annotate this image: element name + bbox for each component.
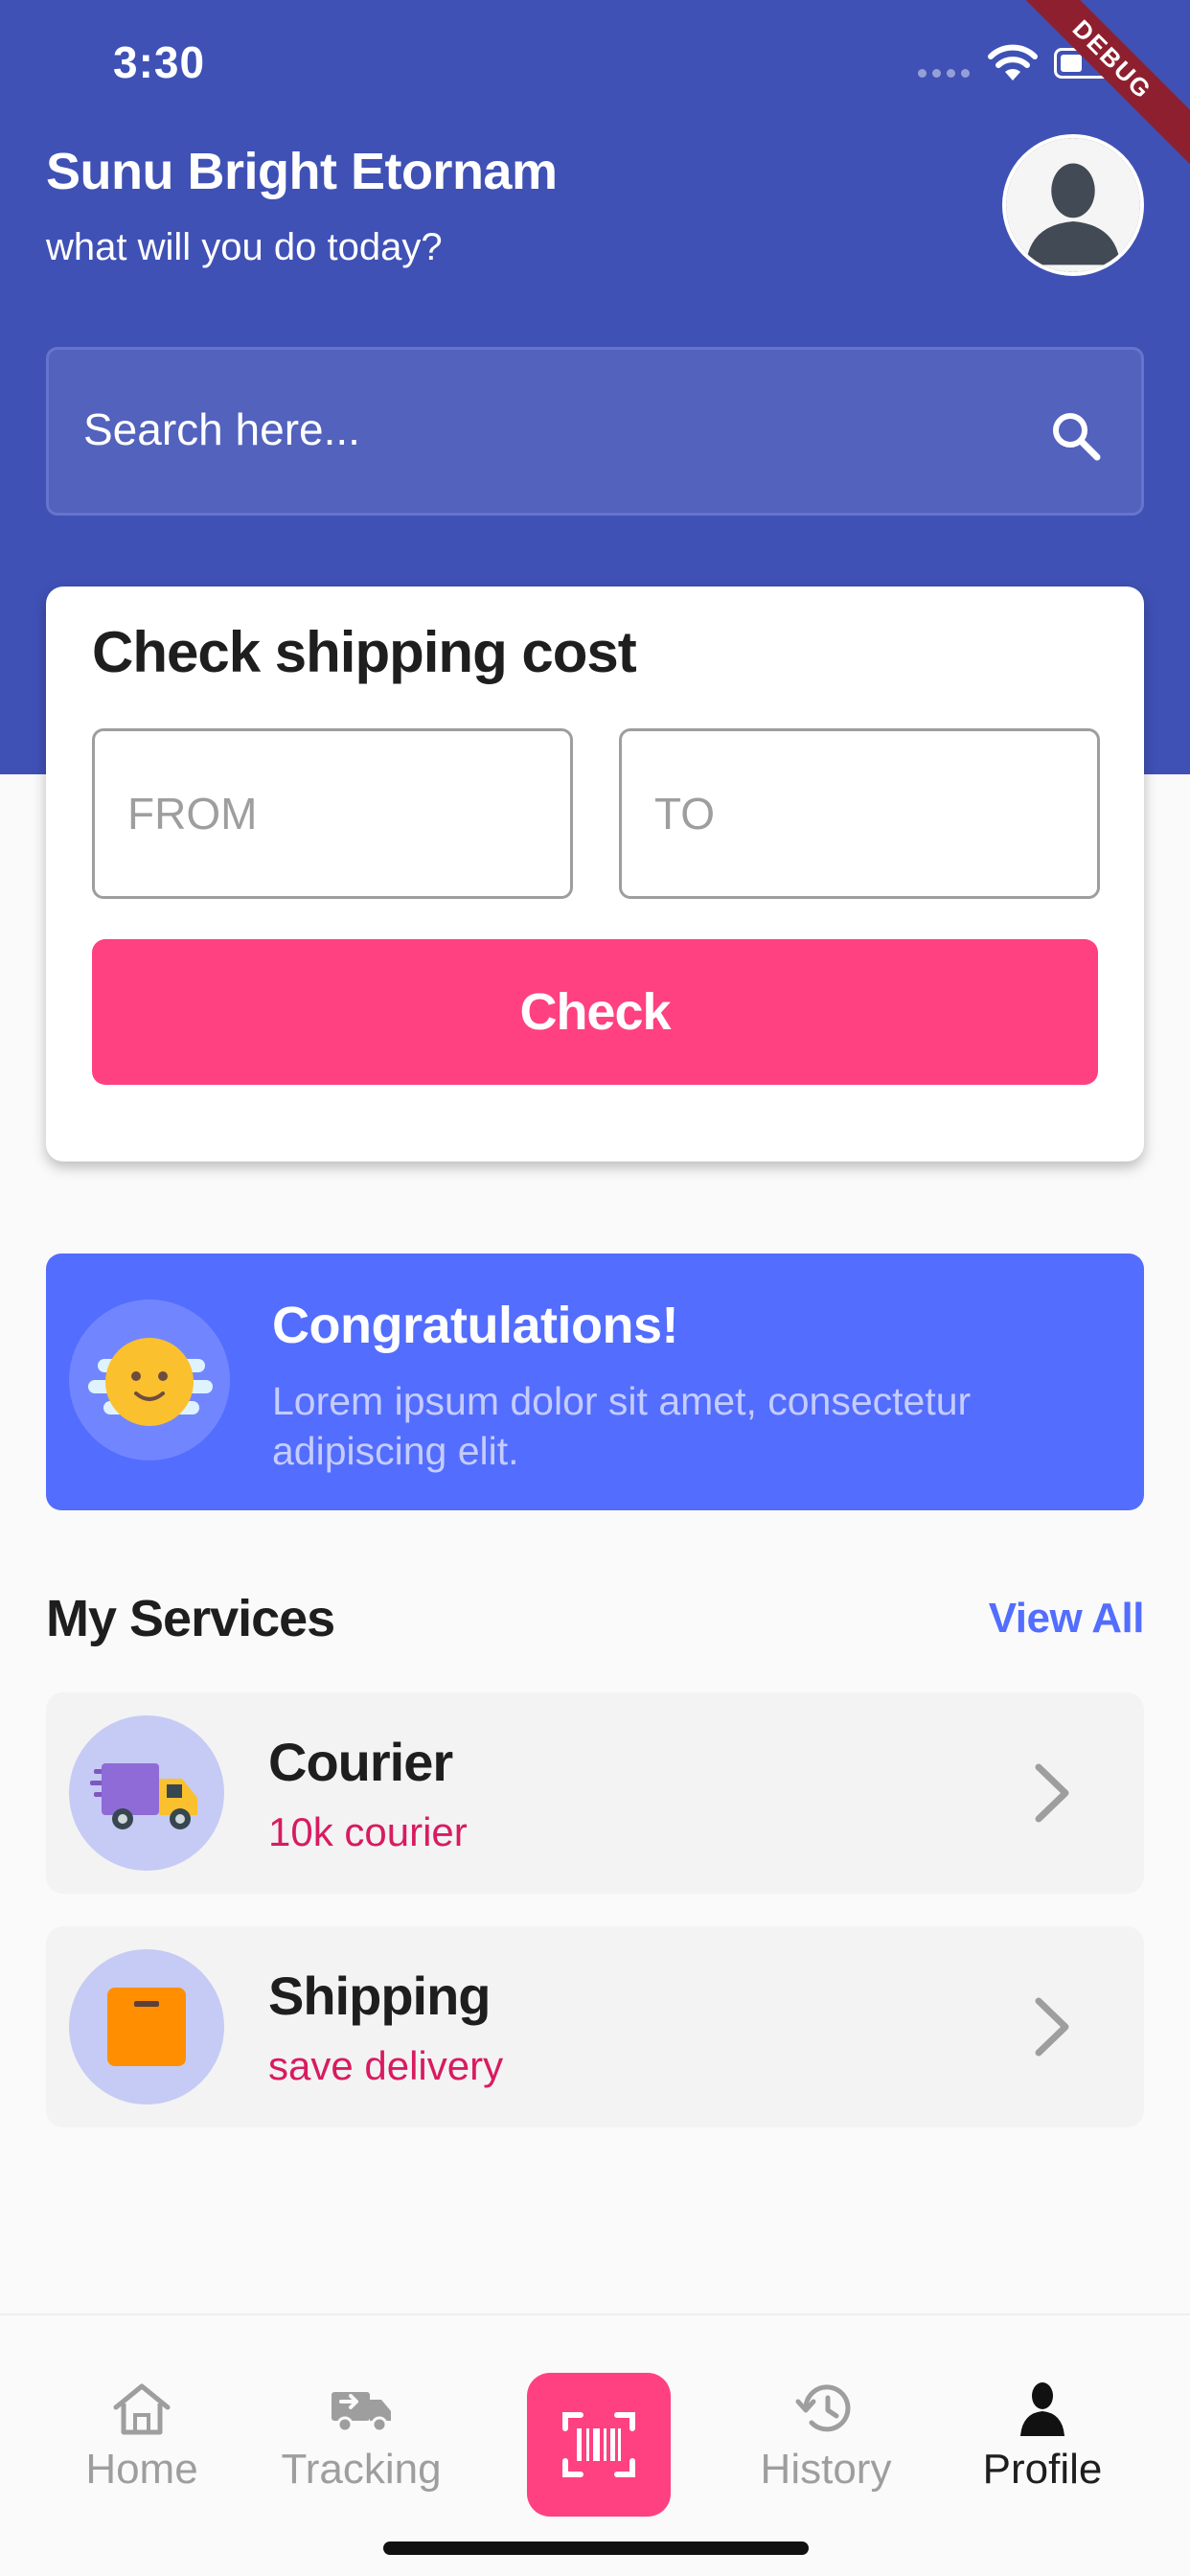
shipping-card-title: Check shipping cost	[92, 620, 637, 684]
service-icon-bg	[69, 1949, 224, 2104]
shipping-cost-card: Check shipping cost Check	[46, 586, 1144, 1162]
congrats-title: Congratulations!	[272, 1297, 678, 1354]
delivery-truck-icon	[90, 1763, 197, 1829]
service-subtitle: save delivery	[268, 2043, 504, 2088]
barcode-scan-icon	[562, 2412, 635, 2477]
avatar[interactable]	[1002, 134, 1144, 276]
service-item-shipping[interactable]: Shipping save delivery	[46, 1926, 1144, 2128]
service-icon-bg	[69, 1715, 224, 1871]
nav-item-profile[interactable]: Profile	[947, 2379, 1138, 2494]
congrats-text: Lorem ipsum dolor sit amet, consectetur …	[272, 1379, 972, 1473]
services-title: My Services	[46, 1590, 335, 1647]
from-field[interactable]	[92, 728, 573, 899]
to-field[interactable]	[619, 728, 1100, 899]
search-bar[interactable]	[46, 347, 1144, 516]
greeting-text: what will you do today?	[46, 226, 443, 268]
person-icon	[1020, 2382, 1064, 2436]
congratulations-banner[interactable]: Congratulations! Lorem ipsum dolor sit a…	[46, 1254, 1144, 1510]
service-item-courier[interactable]: Courier 10k courier	[46, 1692, 1144, 1894]
home-indicator	[383, 2542, 809, 2555]
wifi-icon	[988, 44, 1038, 80]
nav-item-tracking[interactable]: Tracking	[265, 2379, 457, 2494]
nav-label: History	[760, 2446, 892, 2493]
scan-barcode-button[interactable]	[527, 2373, 671, 2517]
nav-label: Tracking	[281, 2446, 442, 2493]
view-all-link[interactable]: View All	[989, 1595, 1145, 1643]
status-bar: 3:30 DEBUG	[0, 0, 1190, 172]
nav-item-history[interactable]: History	[730, 2379, 922, 2494]
truck-icon	[332, 2392, 391, 2433]
home-icon	[113, 2383, 171, 2435]
check-button[interactable]: Check	[92, 939, 1098, 1085]
nav-item-home[interactable]: Home	[46, 2379, 238, 2494]
service-name: Courier	[268, 1732, 453, 1792]
status-time: 3:30	[113, 37, 206, 87]
nav-label: Home	[85, 2446, 198, 2493]
smiling-sun-icon	[88, 1338, 213, 1426]
signal-icon	[918, 69, 970, 78]
chevron-right-icon[interactable]	[1025, 1995, 1079, 2058]
service-name: Shipping	[268, 1966, 492, 2026]
congrats-badge	[69, 1300, 230, 1460]
box-icon	[107, 1988, 186, 2066]
history-icon	[795, 2384, 851, 2432]
person-silhouette-icon	[1006, 138, 1140, 272]
search-input[interactable]	[83, 403, 946, 455]
service-subtitle: 10k courier	[268, 1809, 468, 1854]
chevron-right-icon[interactable]	[1025, 1761, 1079, 1825]
nav-label: Profile	[982, 2446, 1103, 2493]
bottom-navigation: Home Tracking History Profile	[0, 2313, 1190, 2576]
user-name: Sunu Bright Etornam	[46, 143, 558, 200]
search-icon[interactable]	[1047, 407, 1105, 465]
